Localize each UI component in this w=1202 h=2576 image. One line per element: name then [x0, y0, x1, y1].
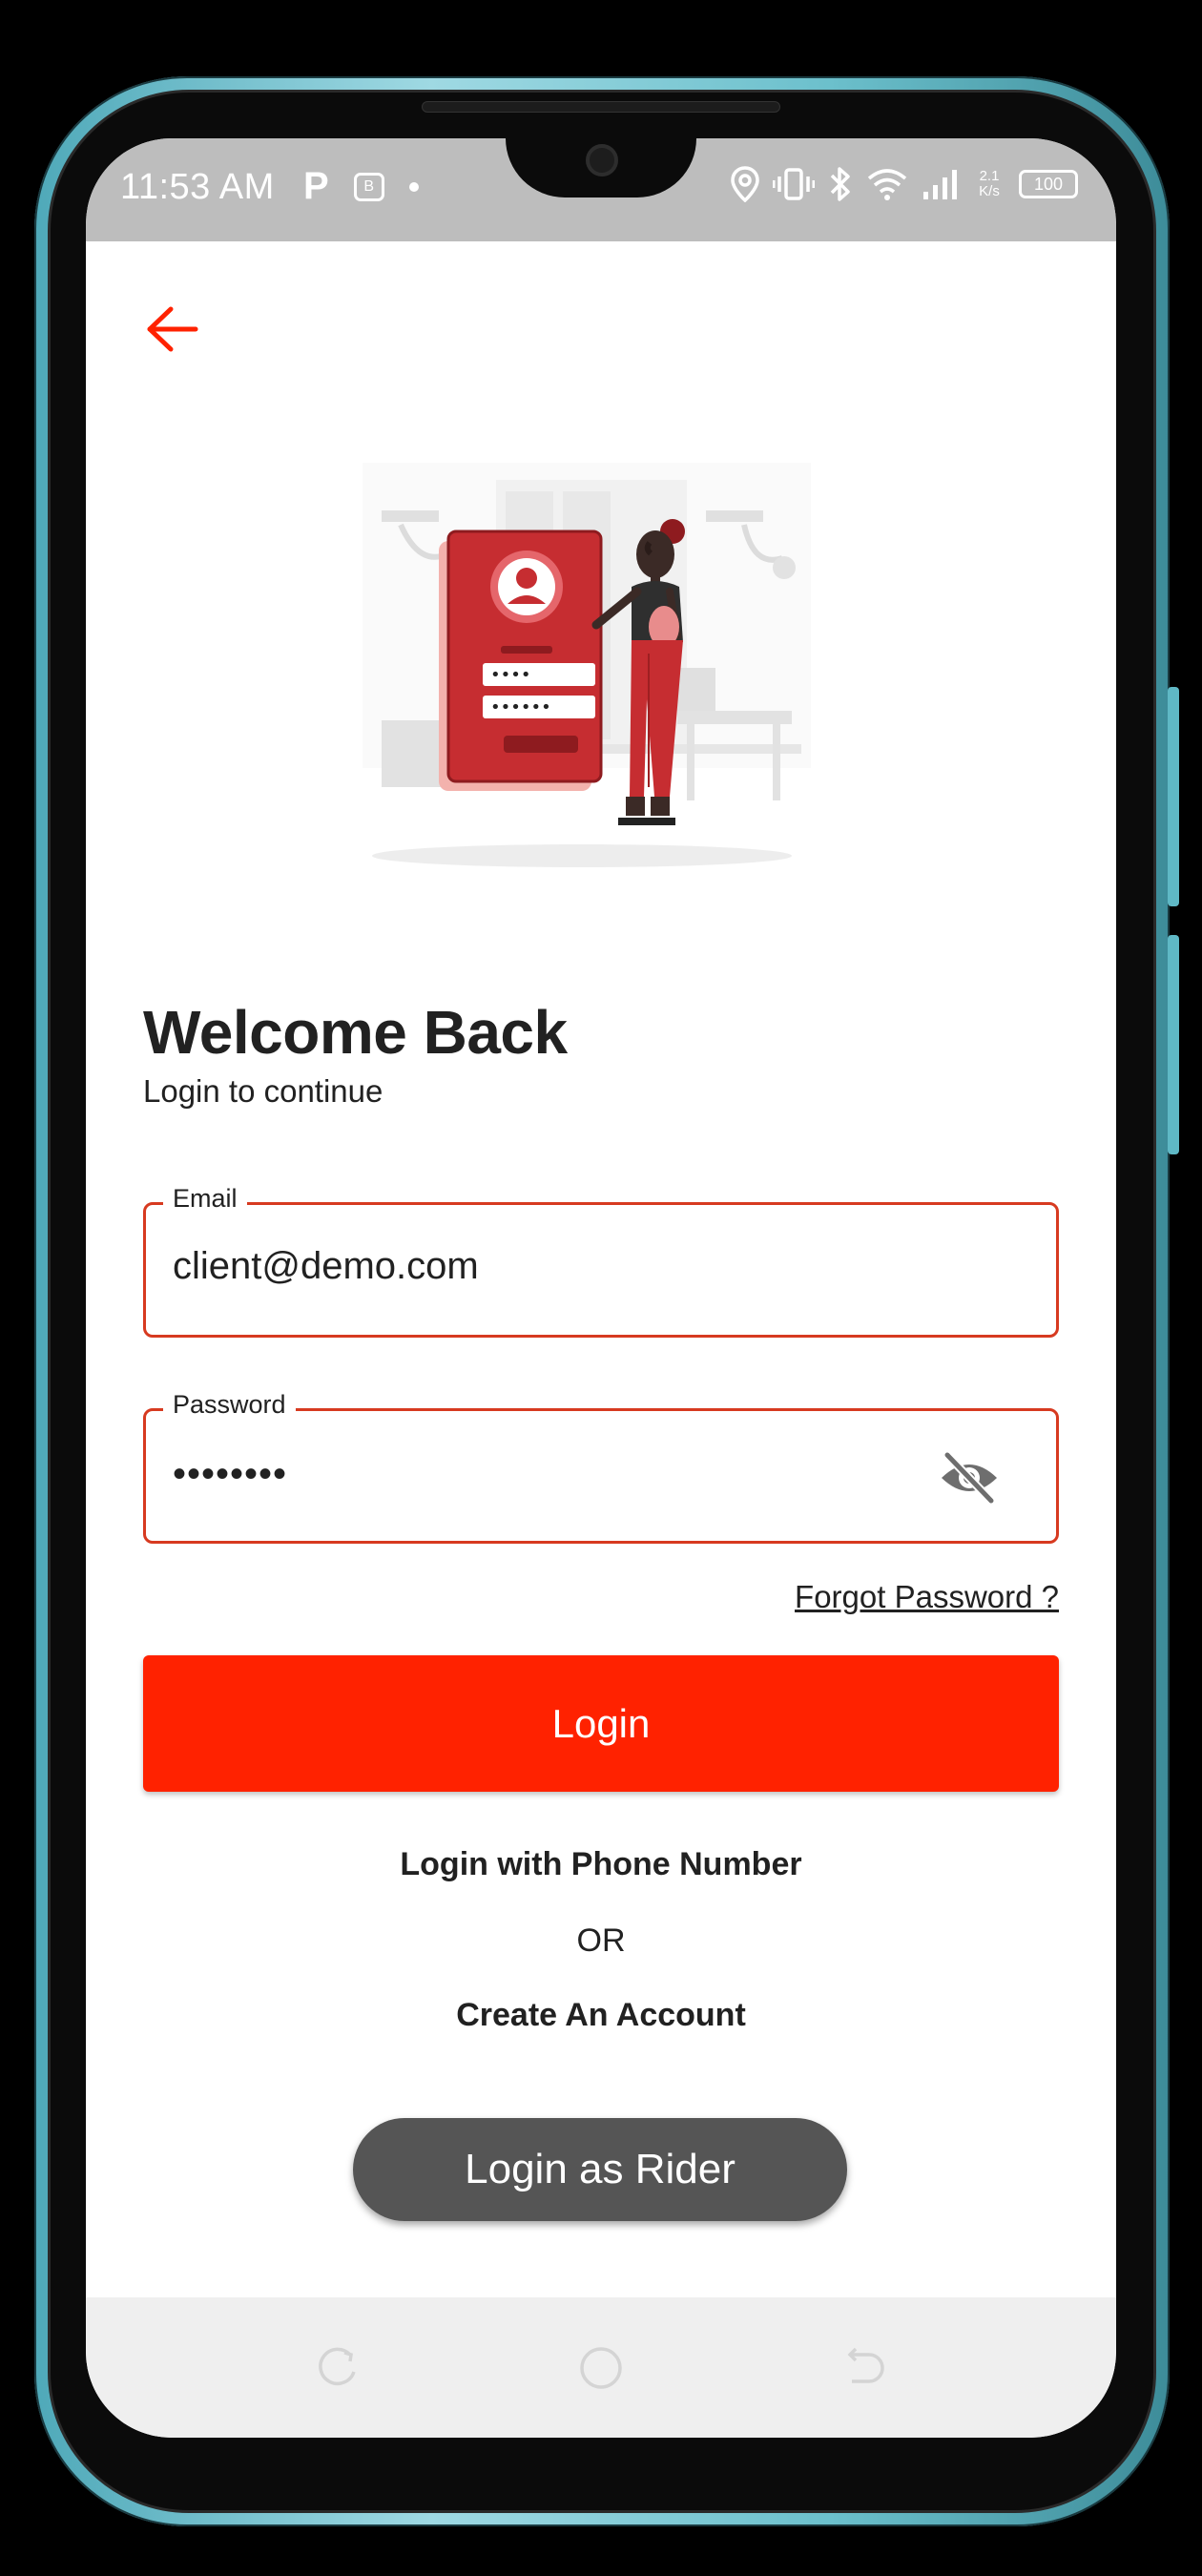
location-pin-icon	[731, 166, 759, 202]
login-with-phone-link[interactable]: Login with Phone Number	[86, 1846, 1116, 1883]
earpiece-speaker	[422, 101, 780, 113]
toggle-password-visibility-button[interactable]	[938, 1449, 1001, 1506]
notification-icons: P B	[303, 165, 419, 208]
wifi-icon	[867, 169, 907, 200]
page-title: Welcome Back	[143, 998, 568, 1067]
login-illustration: •••• ••••••	[363, 463, 820, 873]
status-time: 11:53 AM	[120, 167, 275, 207]
illustration-password-text: ••••••	[490, 697, 551, 717]
signal-icon	[923, 170, 957, 199]
arrow-left-icon	[147, 306, 198, 352]
bluetooth-icon	[830, 167, 850, 201]
back-icon	[847, 2347, 884, 2383]
home-circle-icon	[580, 2347, 622, 2389]
email-input[interactable]: client@demo.com	[173, 1245, 936, 1288]
password-field[interactable]: Password ••••••••	[143, 1390, 1059, 1544]
notification-badge-icon: B	[353, 172, 384, 201]
recent-apps-button[interactable]	[310, 2339, 367, 2397]
or-divider: OR	[576, 1922, 626, 1959]
camera-notch	[506, 138, 696, 197]
home-button[interactable]	[572, 2339, 630, 2397]
login-button[interactable]: Login	[143, 1655, 1059, 1792]
power-button	[1168, 935, 1179, 1154]
back-button[interactable]	[139, 296, 206, 363]
parking-app-icon: P	[303, 165, 329, 207]
more-notifications-dot	[408, 181, 419, 192]
page-subtitle: Login to continue	[143, 1073, 383, 1109]
create-account-link[interactable]: Create An Account	[86, 1997, 1116, 2034]
system-navigation-bar	[86, 2297, 1116, 2438]
battery-icon: 100	[1019, 170, 1078, 198]
illustration-pin-text: ••••	[490, 665, 530, 685]
volume-button	[1168, 687, 1179, 906]
speed-unit: K/s	[979, 183, 1000, 199]
login-as-rider-button[interactable]: Login as Rider	[353, 2118, 847, 2221]
system-icons: 2.1 K/s 100	[731, 165, 1078, 203]
network-speed: 2.1 K/s	[973, 169, 1005, 199]
email-field[interactable]: Email client@demo.com	[143, 1184, 1059, 1338]
status-bar: 11:53 AM P B 2.1 K/s 100	[86, 138, 1116, 241]
password-label: Password	[163, 1390, 296, 1420]
recent-apps-icon	[319, 2347, 356, 2386]
email-label: Email	[163, 1184, 247, 1214]
front-camera	[586, 144, 618, 177]
system-back-button[interactable]	[835, 2339, 892, 2397]
eye-off-icon	[942, 1450, 997, 1506]
speed-value: 2.1	[979, 168, 1000, 184]
forgot-password-link[interactable]: Forgot Password ?	[795, 1579, 1059, 1615]
password-input[interactable]: ••••••••	[173, 1453, 287, 1496]
vibrate-icon	[773, 168, 815, 200]
phone-screen: 11:53 AM P B 2.1 K/s 100 •••• •••••• Wel…	[86, 138, 1116, 2438]
